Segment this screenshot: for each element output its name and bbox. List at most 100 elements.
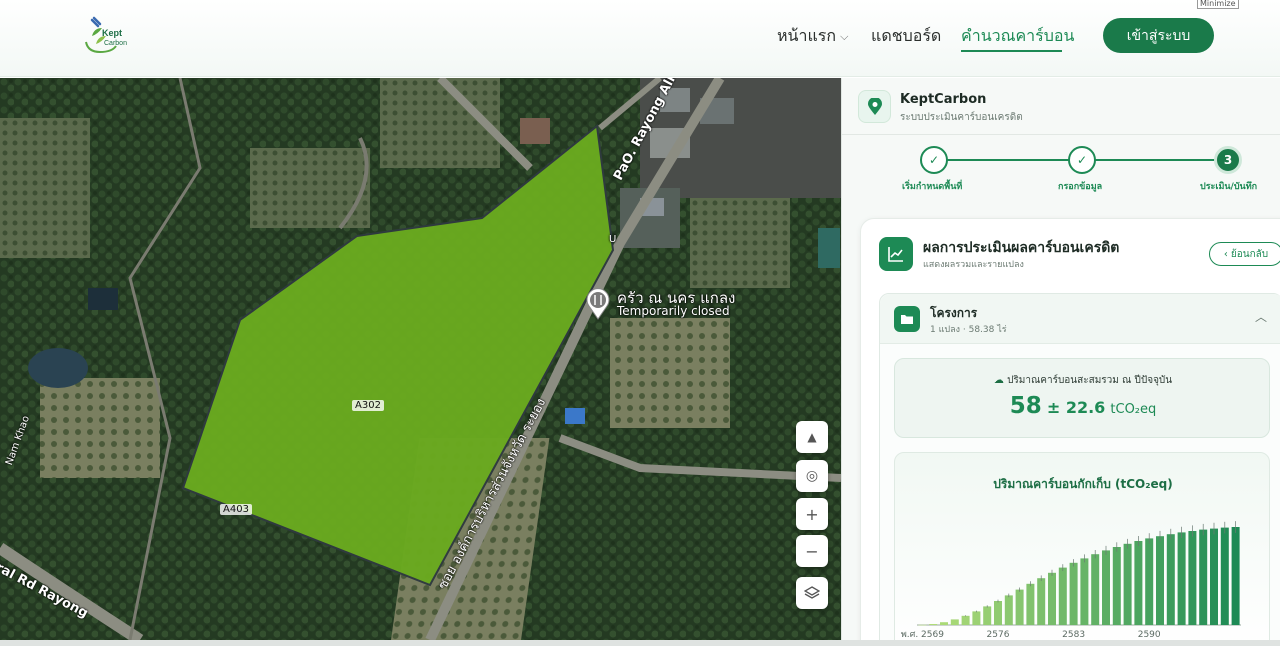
total-carbon-label: ☁ ปริมาณคาร์บอนสะสมรวม ณ ปีปัจจุบัน	[895, 373, 1271, 388]
chart-plot: พ.ศ. 2569 2576 2583 2590	[901, 521, 1241, 640]
nav-home[interactable]: หน้าแรก ⌵	[777, 24, 848, 49]
chart-bar-2573[interactable]	[961, 615, 970, 625]
locate-button[interactable]: ◎	[796, 460, 828, 492]
compass-icon: ▲	[807, 430, 817, 444]
back-button-label: ย้อนกลับ	[1230, 248, 1269, 260]
poi-status: Temporarily closed	[617, 304, 730, 318]
satellite-map[interactable]: PaO. Rayong Alley ซอย องค์การบริหารส่วนจ…	[0, 78, 841, 640]
result-card: ผลการประเมินผลคาร์บอนเครดิต แสดงผลรวมและ…	[860, 218, 1280, 640]
zoom-out-button[interactable]: −	[796, 535, 828, 567]
chart-bar-2574[interactable]	[972, 611, 981, 625]
back-button[interactable]: ‹ ย้อนกลับ	[1209, 242, 1280, 266]
trend-chart-icon	[879, 237, 913, 271]
chevron-left-icon: ‹	[1223, 248, 1228, 260]
layers-icon	[804, 586, 820, 599]
step-1-label: เริ่มกำหนดพื้นที่	[902, 182, 963, 192]
chart-bar-2576[interactable]	[994, 601, 1002, 625]
folder-icon	[894, 306, 920, 332]
step-number: 3	[1223, 153, 1233, 167]
chart-bar-2585[interactable]	[1091, 554, 1100, 625]
total-value-unit: tCO₂eq	[1110, 402, 1157, 417]
project-section: โครงการ 1 แปลง · 58.38 ไร่ ︿ ☁ ปริมาณคาร…	[879, 293, 1280, 640]
map-imagery	[0, 78, 841, 640]
chart-bar-2588[interactable]	[1123, 543, 1132, 625]
total-value-number: 58	[1009, 393, 1042, 419]
minimize-tag: Minimize	[1197, 0, 1239, 9]
check-icon: ✓	[928, 153, 940, 167]
chart-bar-2597[interactable]	[1220, 527, 1229, 625]
divider	[842, 134, 1280, 135]
nav-carbon-calculator[interactable]: คำนวณคาร์บอน	[961, 24, 1074, 49]
brand-subtitle: ระบบประเมินคาร์บอนเครดิต	[900, 112, 1023, 123]
step-2-label: กรอกข้อมูล	[1058, 182, 1103, 192]
chart-bar-2570[interactable]	[929, 624, 938, 625]
login-button[interactable]: เข้าสู่ระบบ	[1103, 18, 1214, 53]
total-value-uncertainty: ± 22.6	[1046, 398, 1106, 417]
chart-bar-2582[interactable]	[1058, 567, 1067, 625]
svg-text:Carbon: Carbon	[104, 40, 127, 47]
chart-bar-2592[interactable]	[1166, 534, 1175, 625]
step-1-circle[interactable]: ✓	[920, 146, 948, 174]
chart-bar-2589[interactable]	[1134, 541, 1143, 625]
chart-bar-2577[interactable]	[1004, 595, 1013, 625]
step-3-circle[interactable]: 3	[1214, 146, 1242, 174]
chart-bar-2572[interactable]	[950, 619, 959, 625]
chart-bar-2595[interactable]	[1199, 529, 1208, 625]
chart-bar-2594[interactable]	[1188, 531, 1197, 625]
result-title: ผลการประเมินผลคาร์บอนเครดิต	[923, 240, 1120, 256]
zoom-in-button[interactable]: +	[796, 498, 828, 530]
project-meta: 1 แปลง · 58.38 ไร่	[930, 325, 1007, 335]
top-header: Kept Carbon Minimize หน้าแรก ⌵ แดชบอร์ด …	[0, 0, 1280, 77]
plus-icon: +	[805, 504, 819, 524]
app-root: Kept Carbon Minimize หน้าแรก ⌵ แดชบอร์ด …	[0, 0, 1280, 646]
minus-icon: −	[805, 541, 819, 561]
chart-bar-2581[interactable]	[1048, 572, 1056, 625]
locate-icon: ◎	[805, 468, 819, 484]
chart-bar-2598[interactable]	[1231, 527, 1240, 625]
kept-carbon-logo[interactable]: Kept Carbon	[82, 14, 132, 56]
chart-x-tick-label: 2590	[1138, 630, 1161, 640]
chevron-down-icon: ⌵	[840, 29, 849, 43]
assessment-panel: KeptCarbon ระบบประเมินคาร์บอนเครดิต ✓ ✓ …	[841, 78, 1280, 640]
location-pin-icon	[858, 90, 891, 123]
step-3-label: ประเมิน/บันทึก	[1200, 182, 1258, 192]
total-carbon-value: 58 ± 22.6 tCO₂eq	[895, 393, 1271, 419]
chart-bar-2580[interactable]	[1037, 578, 1046, 625]
result-subtitle: แสดงผลรวมและรายแปลง	[923, 260, 1024, 270]
parcel-label-a403: A403	[220, 504, 252, 515]
step-2-circle[interactable]: ✓	[1068, 146, 1096, 174]
total-carbon-box: ☁ ปริมาณคาร์บอนสะสมรวม ณ ปีปัจจุบัน 58 ±…	[894, 358, 1270, 438]
nav-dashboard[interactable]: แดชบอร์ด	[871, 24, 941, 49]
restaurant-poi-pin[interactable]	[585, 288, 611, 320]
chart-bar-2575[interactable]	[983, 606, 992, 625]
chart-bar-2579[interactable]	[1026, 583, 1035, 625]
chart-x-tick-label: พ.ศ. 2569	[901, 630, 944, 640]
chart-bar-2569[interactable]	[918, 624, 927, 626]
bottom-strip	[0, 640, 1280, 646]
chart-bar-2584[interactable]	[1080, 558, 1089, 625]
compass-button[interactable]: ▲	[796, 421, 828, 453]
total-carbon-label-text: ปริมาณคาร์บอนสะสมรวม ณ ปีปัจจุบัน	[1007, 375, 1173, 386]
brand-card: KeptCarbon ระบบประเมินคาร์บอนเครดิต	[858, 90, 1280, 132]
carbon-chart: ปริมาณคาร์บอนกักเก็บ (tCO₂eq) พ.ศ. 2569 2…	[894, 452, 1270, 640]
chart-bar-2587[interactable]	[1112, 547, 1121, 625]
chevron-up-icon[interactable]: ︿	[1255, 308, 1267, 325]
chart-bar-2596[interactable]	[1210, 528, 1218, 625]
nav-active-underline	[961, 50, 1062, 52]
layers-button[interactable]	[796, 577, 828, 609]
chart-bar-2593[interactable]	[1177, 532, 1186, 625]
project-header[interactable]: โครงการ 1 แปลง · 58.38 ไร่ ︿	[880, 294, 1280, 344]
chart-bar-2583[interactable]	[1069, 562, 1078, 625]
project-title: โครงการ	[930, 306, 978, 320]
brand-name: KeptCarbon	[900, 92, 987, 107]
chart-x-tick-label: 2576	[987, 630, 1010, 640]
chart-bar-2590[interactable]	[1145, 538, 1154, 625]
chart-bar-2586[interactable]	[1102, 550, 1110, 625]
chart-bar-2578[interactable]	[1015, 589, 1024, 625]
nav-home-label: หน้าแรก	[777, 26, 837, 45]
cloud-icon: ☁	[993, 375, 1004, 386]
chart-x-tick-label: 2583	[1062, 630, 1085, 640]
chart-bar-2571[interactable]	[940, 622, 948, 625]
svg-text:Kept: Kept	[102, 28, 122, 38]
chart-bar-2591[interactable]	[1156, 536, 1164, 625]
